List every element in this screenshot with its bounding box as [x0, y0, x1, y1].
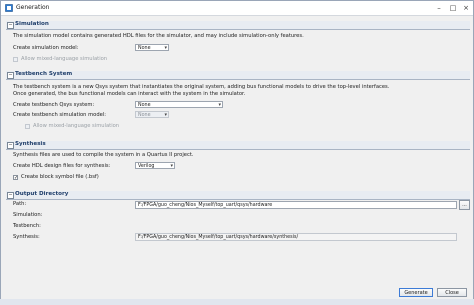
path-input[interactable]: F:/FPGA/guo_cheng/Nios_Myself/top_uart/q… [135, 201, 457, 209]
testbench-section: − Testbench System The testbench system … [6, 71, 470, 136]
testbench-path-value [135, 222, 457, 230]
simulation-header-label: Simulation [15, 21, 49, 27]
bsf-checkbox[interactable]: ✓ [13, 175, 18, 181]
testbench-qsys-value: None [138, 103, 151, 108]
chevron-down-icon: ▾ [170, 163, 173, 169]
minus-box-icon[interactable]: − [7, 72, 14, 79]
window-title: Generation [16, 4, 50, 11]
create-simulation-model-label: Create simulation model: [13, 45, 79, 51]
close-icon[interactable]: × [460, 3, 472, 13]
synthesis-hdl-value: Verilog [138, 164, 155, 169]
tb-mixed-language-checkbox[interactable] [25, 124, 30, 129]
synthesis-header-label: Synthesis [15, 141, 46, 147]
minus-box-icon[interactable]: − [7, 142, 14, 149]
browse-button[interactable]: ... [459, 200, 470, 210]
create-simulation-model-select[interactable]: None ▾ [135, 44, 169, 51]
path-label: Path: [13, 201, 27, 207]
output-directory-section: − Output Directory Path: F:/FPGA/guo_che… [6, 191, 470, 251]
chevron-down-icon: ▾ [164, 45, 167, 51]
synthesis-hdl-select[interactable]: Verilog ▾ [135, 162, 175, 169]
testbench-description-line1: The testbench system is a new Qsys syste… [13, 84, 390, 90]
simulation-header[interactable]: − Simulation [6, 21, 470, 30]
chevron-down-icon: ▾ [218, 102, 221, 108]
minus-box-icon[interactable]: − [7, 22, 14, 29]
minimize-icon[interactable]: – [433, 3, 445, 13]
empty-panel-area [6, 253, 470, 283]
simulation-section: − Simulation The simulation model contai… [6, 21, 470, 66]
synthesis-path-label: Synthesis: [13, 234, 40, 240]
output-directory-header[interactable]: − Output Directory [6, 191, 470, 200]
testbench-model-value: None [138, 113, 151, 118]
testbench-header-label: Testbench System [15, 71, 73, 77]
simulation-description: The simulation model contains generated … [13, 33, 304, 39]
generation-dialog: Generation – □ × − Simulation The simula… [0, 0, 474, 300]
testbench-qsys-select[interactable]: None ▾ [135, 101, 223, 108]
simulation-path-value [135, 211, 457, 219]
create-simulation-model-value: None [138, 46, 151, 51]
testbench-path-label: Testbench: [13, 223, 41, 229]
testbench-qsys-label: Create testbench Qsys system: [13, 102, 95, 108]
sim-mixed-language-checkbox[interactable] [13, 57, 18, 62]
maximize-icon[interactable]: □ [447, 3, 459, 13]
synthesis-description: Synthesis files are used to compile the … [13, 152, 194, 158]
close-button[interactable]: Close [437, 288, 467, 297]
testbench-model-select[interactable]: None ▾ [135, 111, 169, 118]
testbench-header[interactable]: − Testbench System [6, 71, 470, 80]
synthesis-path-value: F:/FPGA/guo_cheng/Nios_Myself/top_uart/q… [135, 233, 457, 241]
synthesis-hdl-label: Create HDL design files for synthesis: [13, 163, 111, 169]
testbench-model-label: Create testbench simulation model: [13, 112, 106, 118]
chevron-down-icon: ▾ [164, 112, 167, 118]
minus-box-icon[interactable]: − [7, 192, 14, 199]
output-directory-header-label: Output Directory [15, 191, 69, 197]
title-bar: Generation – □ × [1, 1, 473, 16]
generate-button[interactable]: Generate [399, 288, 433, 297]
sim-mixed-language-label: Allow mixed-language simulation [21, 56, 108, 62]
synthesis-section: − Synthesis Synthesis files are used to … [6, 141, 470, 185]
tb-mixed-language-label: Allow mixed-language simulation [33, 123, 120, 129]
app-icon [5, 4, 13, 12]
simulation-path-label: Simulation: [13, 212, 43, 218]
synthesis-header[interactable]: − Synthesis [6, 141, 470, 150]
bsf-label: Create block symbol file (.bsf) [21, 174, 99, 180]
testbench-description-line2: Once generated, the bus functional model… [13, 91, 246, 97]
background-strip [0, 299, 474, 305]
